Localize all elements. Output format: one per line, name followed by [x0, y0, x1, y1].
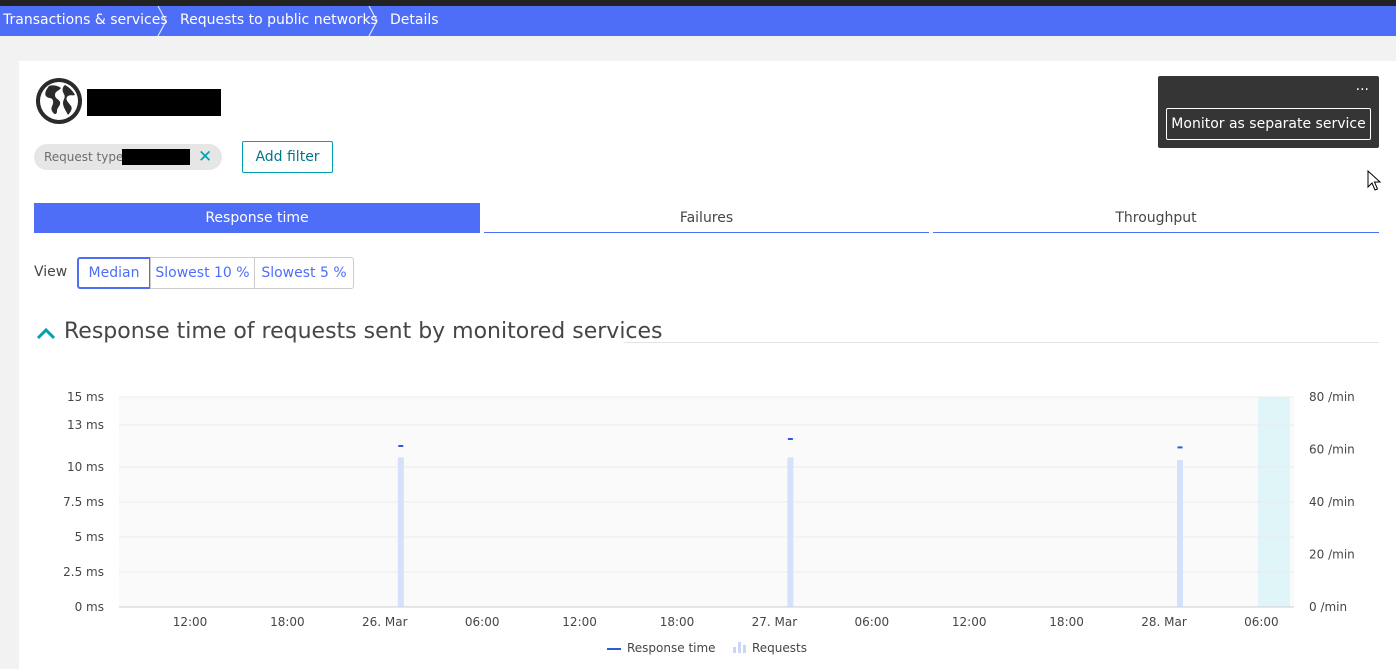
y-right-tick-label: 80 /min [1309, 390, 1355, 404]
x-tick-label: 28. Mar [1141, 615, 1187, 629]
view-slowest-10-button[interactable]: Slowest 10 % [150, 257, 255, 289]
breadcrumb-item-transactions[interactable]: Transactions & services [3, 6, 168, 36]
view-slowest-5-button[interactable]: Slowest 5 % [254, 257, 354, 289]
view-median-button[interactable]: Median [77, 257, 151, 289]
tab-response-time[interactable]: Response time [34, 203, 480, 233]
redacted-filter-value [122, 149, 190, 165]
breadcrumb-item-public-networks[interactable]: Requests to public networks [180, 6, 378, 36]
x-tick-label: 18:00 [270, 615, 305, 629]
monitor-as-separate-service-button[interactable]: Monitor as separate service [1166, 108, 1371, 140]
breadcrumb: Transactions & services Requests to publ… [0, 6, 1396, 36]
x-tick-label: 12:00 [952, 615, 987, 629]
view-label: View [34, 264, 68, 280]
request-type-filter-chip: Request type: ✕ [34, 144, 222, 170]
x-tick-label: 18:00 [660, 615, 695, 629]
requests-bar [1177, 460, 1183, 607]
requests-legend-icon [733, 642, 746, 653]
x-tick-label: 06:00 [855, 615, 890, 629]
redacted-service-name [87, 89, 221, 116]
section-title: Response time of requests sent by monito… [64, 319, 663, 344]
y-left-tick-label: 5 ms [75, 530, 104, 544]
breadcrumb-item-details: Details [390, 12, 439, 28]
x-tick-label: 06:00 [465, 615, 500, 629]
more-menu-icon[interactable]: ... [1356, 78, 1369, 94]
y-right-tick-label: 20 /min [1309, 548, 1355, 562]
x-tick-label: 26. Mar [362, 615, 408, 629]
requests-bar [397, 457, 404, 607]
add-filter-button[interactable]: Add filter [242, 141, 333, 173]
tab-throughput[interactable]: Throughput [933, 203, 1379, 233]
mouse-cursor-icon [1367, 170, 1381, 191]
y-left-tick-label: 0 ms [75, 600, 104, 614]
action-panel: ... Monitor as separate service [1158, 76, 1379, 148]
section-divider [624, 342, 1379, 343]
y-right-tick-label: 60 /min [1309, 443, 1355, 457]
y-right-tick-label: 40 /min [1309, 495, 1355, 509]
legend-requests-label: Requests [752, 641, 807, 655]
y-left-tick-label: 7.5 ms [63, 495, 104, 509]
x-tick-label: 12:00 [562, 615, 597, 629]
remove-filter-icon[interactable]: ✕ [198, 144, 212, 170]
tab-failures[interactable]: Failures [484, 203, 929, 233]
response-time-legend-icon [607, 647, 621, 650]
breadcrumb-separator-icon [157, 6, 167, 36]
y-left-tick-label: 13 ms [67, 418, 104, 432]
requests-bar [787, 457, 794, 607]
legend-response-time-label: Response time [627, 641, 716, 655]
x-tick-label: 18:00 [1049, 615, 1084, 629]
y-right-tick-label: 0 /min [1309, 600, 1347, 614]
legend-response-time: Response time [607, 641, 716, 655]
x-tick-label: 27. Mar [752, 615, 798, 629]
y-left-tick-label: 10 ms [67, 460, 104, 474]
x-tick-label: 12:00 [173, 615, 208, 629]
globe-icon [36, 78, 82, 124]
y-left-tick-label: 15 ms [67, 390, 104, 404]
y-left-tick-label: 2.5 ms [63, 565, 104, 579]
breadcrumb-separator-icon [368, 6, 378, 36]
chip-label: Request type: [44, 150, 128, 164]
response-time-chart: 15 ms 13 ms 10 ms 7.5 ms 5 ms 2.5 ms 0 ms 80 /… [63, 390, 1355, 629]
collapse-chevron-up-icon[interactable] [36, 323, 56, 343]
legend-requests: Requests [733, 641, 807, 655]
x-tick-label: 06:00 [1244, 615, 1279, 629]
